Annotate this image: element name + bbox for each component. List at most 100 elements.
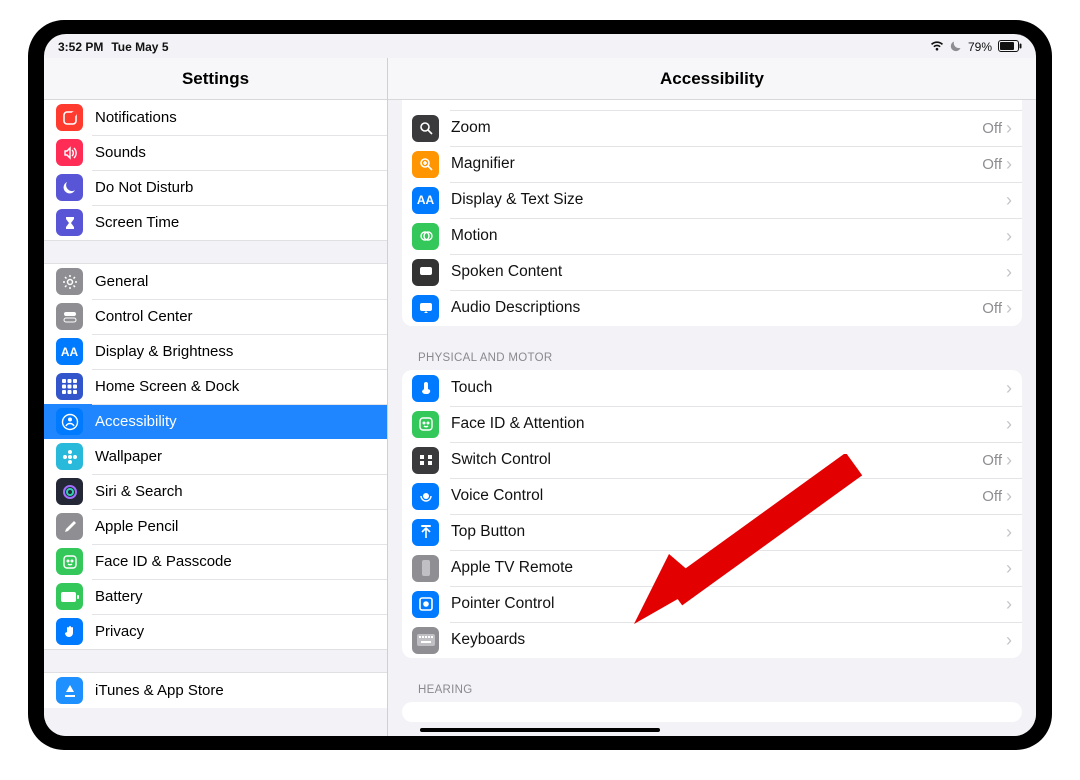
remote-icon xyxy=(412,555,439,582)
sidebar-scroll[interactable]: Notifications Sounds Do Not Disturb Screen … xyxy=(44,100,387,736)
status-bar: 3:52 PM Tue May 5 79% xyxy=(44,34,1036,58)
sidebar-title: Settings xyxy=(44,58,387,100)
device-frame: 3:52 PM Tue May 5 79% xyxy=(0,0,1080,780)
detail-row-magnifier[interactable]: MagnifierOff› xyxy=(402,146,1022,182)
hearing-header: Hearing xyxy=(402,684,1022,702)
chevron-right-icon: › xyxy=(1004,414,1012,435)
detail-row-label: Magnifier xyxy=(451,155,982,173)
detail-row-top-button[interactable]: Top Button› xyxy=(402,514,1022,550)
toggles-icon xyxy=(56,303,83,330)
detail-row-label: Zoom xyxy=(451,119,982,137)
chevron-right-icon: › xyxy=(1004,630,1012,651)
flower-icon xyxy=(56,443,83,470)
detail-row-label: Pointer Control xyxy=(451,595,1004,613)
sidebar-item-notifications[interactable]: Notifications xyxy=(44,100,387,135)
sidebar-item-display-brightness[interactable]: AADisplay & Brightness xyxy=(44,334,387,369)
detail-row-pointer-control[interactable]: Pointer Control› xyxy=(402,586,1022,622)
detail-row-zoom[interactable]: ZoomOff› xyxy=(402,110,1022,146)
detail-title: Accessibility xyxy=(388,58,1036,100)
face-icon xyxy=(56,548,83,575)
detail-row-switch-control[interactable]: Switch ControlOff› xyxy=(402,442,1022,478)
sidebar-item-label: Battery xyxy=(95,588,375,605)
status-date: Tue May 5 xyxy=(111,40,168,54)
screen: 3:52 PM Tue May 5 79% xyxy=(44,34,1036,736)
detail-row-label: Switch Control xyxy=(451,451,982,469)
detail-row-value: Off xyxy=(982,300,1002,317)
device-bezel: 3:52 PM Tue May 5 79% xyxy=(28,20,1052,750)
detail-row-label: Top Button xyxy=(451,523,1004,541)
notification-icon xyxy=(56,104,83,131)
hourglass-icon xyxy=(56,209,83,236)
detail-row-value: Off xyxy=(982,156,1002,173)
sidebar-item-wallpaper[interactable]: Wallpaper xyxy=(44,439,387,474)
sidebar-item-do-not-disturb[interactable]: Do Not Disturb xyxy=(44,170,387,205)
siri-icon xyxy=(56,478,83,505)
detail-row-label: Apple TV Remote xyxy=(451,559,1004,577)
chevron-right-icon: › xyxy=(1004,378,1012,399)
sidebar-item-apple-pencil[interactable]: Apple Pencil xyxy=(44,509,387,544)
detail-row-keyboards[interactable]: Keyboards› xyxy=(402,622,1022,658)
sidebar-item-screen-time[interactable]: Screen Time xyxy=(44,205,387,240)
sidebar-item-label: Screen Time xyxy=(95,214,375,231)
pencil-icon xyxy=(56,513,83,540)
detail-row-peek xyxy=(402,100,1022,110)
sidebar-item-label: Siri & Search xyxy=(95,483,375,500)
moon-icon xyxy=(56,174,83,201)
detail-row-display-text-size[interactable]: AADisplay & Text Size› xyxy=(402,182,1022,218)
detail-row-value: Off xyxy=(982,452,1002,469)
person-icon xyxy=(56,408,83,435)
sidebar-item-label: iTunes & App Store xyxy=(95,682,375,699)
gear-icon xyxy=(56,268,83,295)
grid-icon xyxy=(56,373,83,400)
sidebar-item-label: Display & Brightness xyxy=(95,343,375,360)
detail-scroll[interactable]: ZoomOff›MagnifierOff›AADisplay & Text Si… xyxy=(388,100,1036,736)
sidebar-item-label: Do Not Disturb xyxy=(95,179,375,196)
home-indicator xyxy=(420,728,660,732)
status-time: 3:52 PM xyxy=(58,40,103,54)
detail-row-face-id-attention[interactable]: Face ID & Attention› xyxy=(402,406,1022,442)
wifi-icon xyxy=(930,40,944,55)
detail-row-label: Touch xyxy=(451,379,1004,397)
magnifier-icon xyxy=(412,151,439,178)
topbutton-icon xyxy=(412,519,439,546)
detail-row-label: Motion xyxy=(451,227,1004,245)
detail-row-voice-control[interactable]: Voice ControlOff› xyxy=(402,478,1022,514)
sidebar-item-itunes-app-store[interactable]: iTunes & App Store xyxy=(44,673,387,708)
detail-row-spoken-content[interactable]: Spoken Content› xyxy=(402,254,1022,290)
ad-icon xyxy=(412,295,439,322)
sidebar-item-control-center[interactable]: Control Center xyxy=(44,299,387,334)
settings-sidebar: Settings Notifications Sounds Do Not Distu… xyxy=(44,58,388,736)
sidebar-item-home-screen-dock[interactable]: Home Screen & Dock xyxy=(44,369,387,404)
sidebar-item-label: Wallpaper xyxy=(95,448,375,465)
sidebar-item-face-id-passcode[interactable]: Face ID & Passcode xyxy=(44,544,387,579)
detail-row-label: Keyboards xyxy=(451,631,1004,649)
chevron-right-icon: › xyxy=(1004,522,1012,543)
chevron-right-icon: › xyxy=(1004,118,1012,139)
sidebar-item-privacy[interactable]: Privacy xyxy=(44,614,387,649)
switches-icon xyxy=(412,447,439,474)
chevron-right-icon: › xyxy=(1004,154,1012,175)
battery-icon xyxy=(998,40,1022,55)
sidebar-item-sounds[interactable]: Sounds xyxy=(44,135,387,170)
detail-row-apple-tv-remote[interactable]: Apple TV Remote› xyxy=(402,550,1022,586)
detail-row-label: Face ID & Attention xyxy=(451,415,1004,433)
AA-icon: AA xyxy=(412,187,439,214)
sidebar-item-siri-search[interactable]: Siri & Search xyxy=(44,474,387,509)
detail-row-label: Voice Control xyxy=(451,487,982,505)
detail-row-label: Audio Descriptions xyxy=(451,299,982,317)
zoom-icon xyxy=(412,115,439,142)
sidebar-item-label: Privacy xyxy=(95,623,375,640)
detail-pane: Accessibility ZoomOff›MagnifierOff›AADis… xyxy=(388,58,1036,736)
battery-icon xyxy=(56,583,83,610)
chevron-right-icon: › xyxy=(1004,262,1012,283)
sidebar-item-battery[interactable]: Battery xyxy=(44,579,387,614)
detail-row-audio-descriptions[interactable]: Audio DescriptionsOff› xyxy=(402,290,1022,326)
detail-row-label: Spoken Content xyxy=(451,263,1004,281)
sidebar-item-label: Notifications xyxy=(95,109,375,126)
sidebar-item-accessibility[interactable]: Accessibility xyxy=(44,404,387,439)
sidebar-item-general[interactable]: General xyxy=(44,264,387,299)
detail-row-motion[interactable]: Motion› xyxy=(402,218,1022,254)
sidebar-item-label: Accessibility xyxy=(95,413,375,430)
detail-row-touch[interactable]: Touch› xyxy=(402,370,1022,406)
chevron-right-icon: › xyxy=(1004,298,1012,319)
